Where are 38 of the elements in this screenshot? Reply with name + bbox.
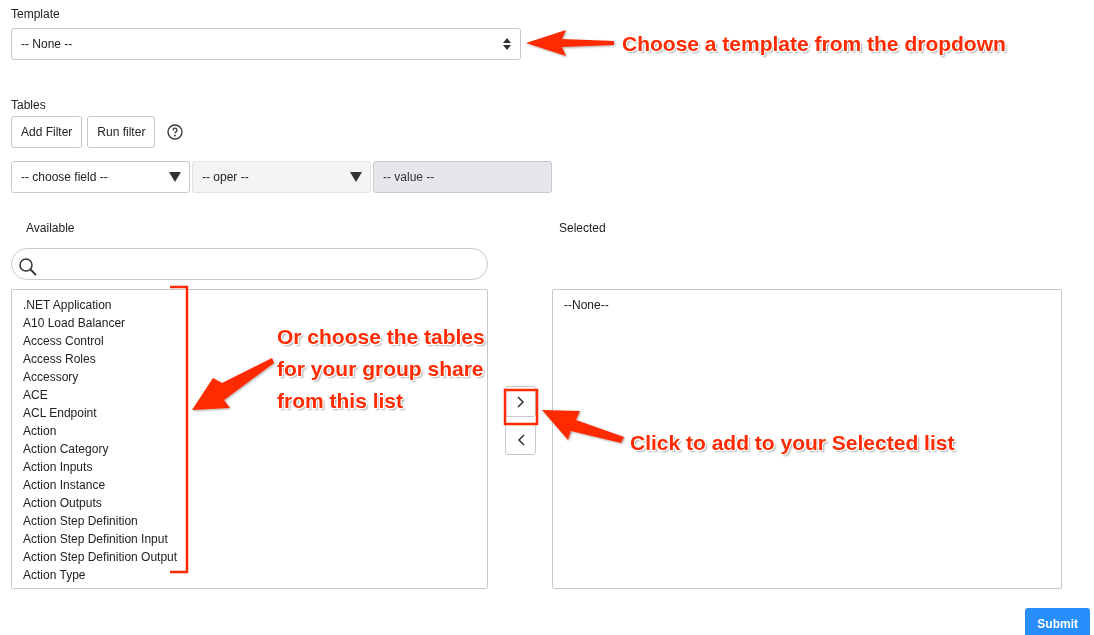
dropdown-icon	[169, 172, 181, 182]
list-item[interactable]: ACL Endpoint	[23, 404, 97, 422]
dropdown-icon	[350, 172, 362, 182]
list-item[interactable]: Action Step Definition	[23, 512, 138, 530]
list-item[interactable]: Action Outputs	[23, 494, 102, 512]
field-label: Tables	[11, 97, 47, 114]
chevron-right-icon	[516, 395, 525, 408]
field-label: Template	[11, 6, 61, 23]
template-select[interactable]: -- None --	[11, 28, 521, 60]
search-icon	[18, 257, 38, 277]
list-item[interactable]: Access Roles	[23, 350, 96, 368]
highlight-box	[503, 388, 539, 426]
list-item[interactable]: Action Category	[23, 440, 109, 458]
help-icon[interactable]	[167, 124, 184, 140]
annotation-text: Choose a template from the dropdown	[622, 31, 1006, 57]
list-item[interactable]: ACE	[23, 386, 48, 404]
list-item[interactable]: Action	[23, 422, 57, 440]
filter-button[interactable]: Add Filter	[11, 116, 83, 148]
list-item[interactable]: A10 Load Balancer	[23, 314, 126, 332]
annotation-text: Click to add to your Selected list	[630, 430, 955, 456]
list-item[interactable]: Action Instance	[23, 476, 106, 494]
field-select[interactable]: -- choose field --	[11, 161, 190, 193]
list-item[interactable]: Accessory	[23, 368, 79, 386]
updown-icon	[503, 38, 511, 50]
list-item[interactable]: Access Control	[23, 332, 104, 350]
filter-button[interactable]: Run filter	[87, 116, 156, 148]
list-item[interactable]: Action Type	[23, 566, 86, 584]
list-item[interactable]: Action Step Definition Output	[23, 548, 178, 566]
list-label: Selected	[558, 220, 607, 237]
operator-select[interactable]: -- oper --	[192, 161, 371, 193]
list-label: Available	[25, 220, 76, 237]
list-item[interactable]: Action Inputs	[23, 458, 93, 476]
list-item[interactable]: Action Step Definition Input	[23, 530, 168, 548]
annotation-text: Or choose the tables for your group share from this list	[277, 324, 486, 414]
remove-button[interactable]	[505, 424, 536, 455]
chevron-left-icon	[516, 433, 525, 446]
list-item[interactable]: .NET Application	[23, 296, 112, 314]
list-item[interactable]: --None--	[564, 296, 609, 314]
